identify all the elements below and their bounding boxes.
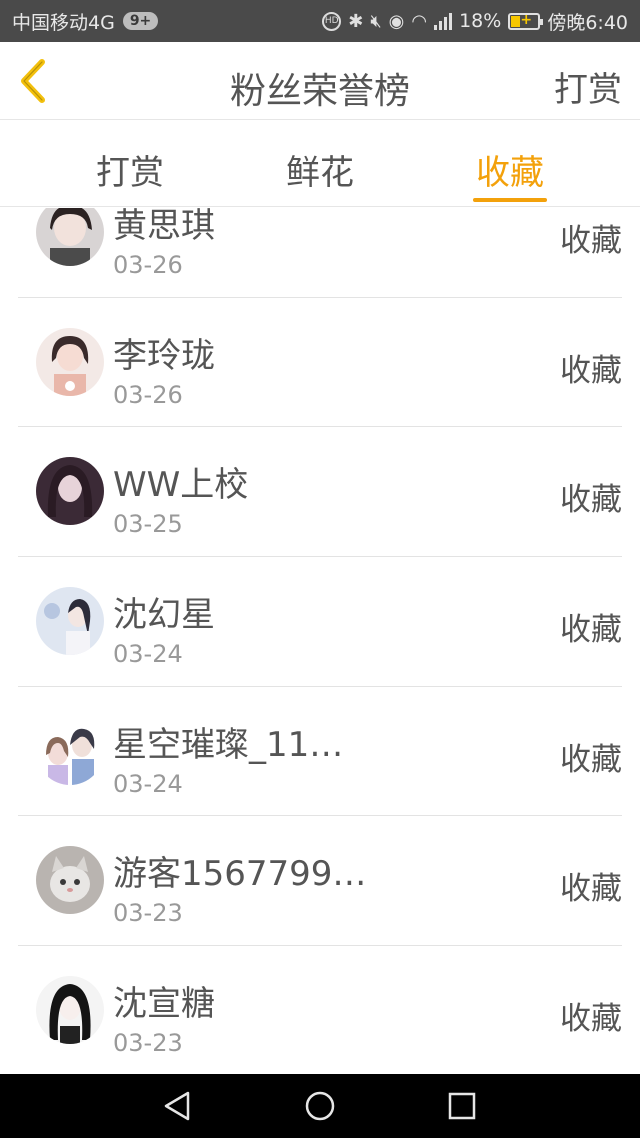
favorite-label: 收藏	[560, 482, 622, 519]
system-recents-button[interactable]	[444, 1088, 480, 1124]
list-item[interactable]: 黄思琪 03-26 收藏	[18, 208, 622, 298]
eye-comfort-icon: ◉	[388, 10, 405, 32]
list-item[interactable]: 游客1567799… 03-23 收藏	[18, 816, 622, 947]
tab-favorites[interactable]: 收藏	[450, 145, 570, 194]
avatar	[36, 846, 104, 915]
fan-date: 03-23	[113, 1029, 183, 1058]
fan-date: 03-26	[113, 380, 183, 409]
avatar	[36, 327, 104, 396]
avatar	[36, 208, 104, 266]
carrier-label: 中国移动4G	[12, 11, 115, 34]
notification-badge: 9+	[122, 12, 159, 30]
clock: 傍晚6:40	[547, 11, 628, 34]
avatar	[36, 457, 104, 526]
fan-name: 星空璀璨_11…	[113, 724, 344, 765]
favorite-label: 收藏	[560, 741, 622, 778]
favorite-label: 收藏	[560, 612, 622, 649]
fan-name: 李玲珑	[113, 335, 215, 376]
system-nav-bar	[0, 1074, 640, 1138]
favorite-label: 收藏	[560, 871, 622, 908]
page-title: 粉丝荣誉榜	[229, 71, 410, 112]
tab-bar: 打赏 鲜花 收藏	[0, 121, 640, 207]
fan-name: 游客1567799…	[113, 854, 367, 895]
status-bar: 中国移动4G 9+ HD ✱ 🔇︎ ◉ ◠ 18% + 傍晚6:40	[0, 0, 640, 42]
system-home-button[interactable]	[302, 1088, 338, 1124]
cell-signal-icon	[434, 12, 453, 30]
battery-percent: 18%	[459, 10, 502, 32]
circle-home-icon	[305, 1091, 335, 1121]
tab-reward[interactable]: 打赏	[70, 145, 190, 194]
avatar	[36, 587, 104, 656]
avatar	[36, 716, 104, 785]
fan-list[interactable]: 黄思琪 03-26 收藏 李玲珑 03-26 收藏 WW上校 03-25 收藏 …	[0, 208, 640, 1074]
favorite-label: 收藏	[560, 223, 622, 259]
system-back-button[interactable]	[160, 1088, 196, 1124]
triangle-back-icon	[164, 1091, 190, 1121]
fan-date: 03-25	[113, 510, 183, 539]
fan-name: WW上校	[113, 465, 249, 506]
tab-flowers[interactable]: 鲜花	[260, 145, 380, 194]
nav-bar: 粉丝荣誉榜 打赏	[0, 42, 640, 120]
fan-name: 沈宣糖	[113, 984, 215, 1025]
favorite-label: 收藏	[560, 1001, 622, 1038]
fan-date: 03-24	[113, 769, 183, 798]
list-item[interactable]: WW上校 03-25 收藏	[18, 427, 622, 558]
square-recents-icon	[448, 1092, 476, 1120]
reward-button[interactable]: 打赏	[554, 62, 622, 111]
wifi-icon: ◠	[411, 10, 428, 32]
list-item[interactable]: 李玲珑 03-26 收藏	[18, 298, 622, 428]
avatar	[36, 976, 104, 1045]
mute-icon: 🔇︎	[370, 10, 382, 32]
favorite-label: 收藏	[560, 352, 622, 389]
list-item[interactable]: 星空璀璨_11… 03-24 收藏	[18, 687, 622, 817]
bluetooth-icon: ✱	[348, 10, 364, 32]
hd-call-icon: HD	[322, 11, 342, 31]
list-item[interactable]: 沈幻星 03-24 收藏	[18, 557, 622, 687]
fan-name: 沈幻星	[113, 595, 215, 636]
fan-date: 03-24	[113, 640, 183, 669]
active-tab-indicator	[473, 198, 547, 202]
fan-date: 03-26	[113, 251, 183, 279]
fan-date: 03-23	[113, 899, 183, 928]
fan-name: 黄思琪	[113, 208, 215, 246]
battery-icon: +	[508, 12, 544, 30]
list-item[interactable]: 沈宣糖 03-23 收藏	[18, 946, 622, 1074]
